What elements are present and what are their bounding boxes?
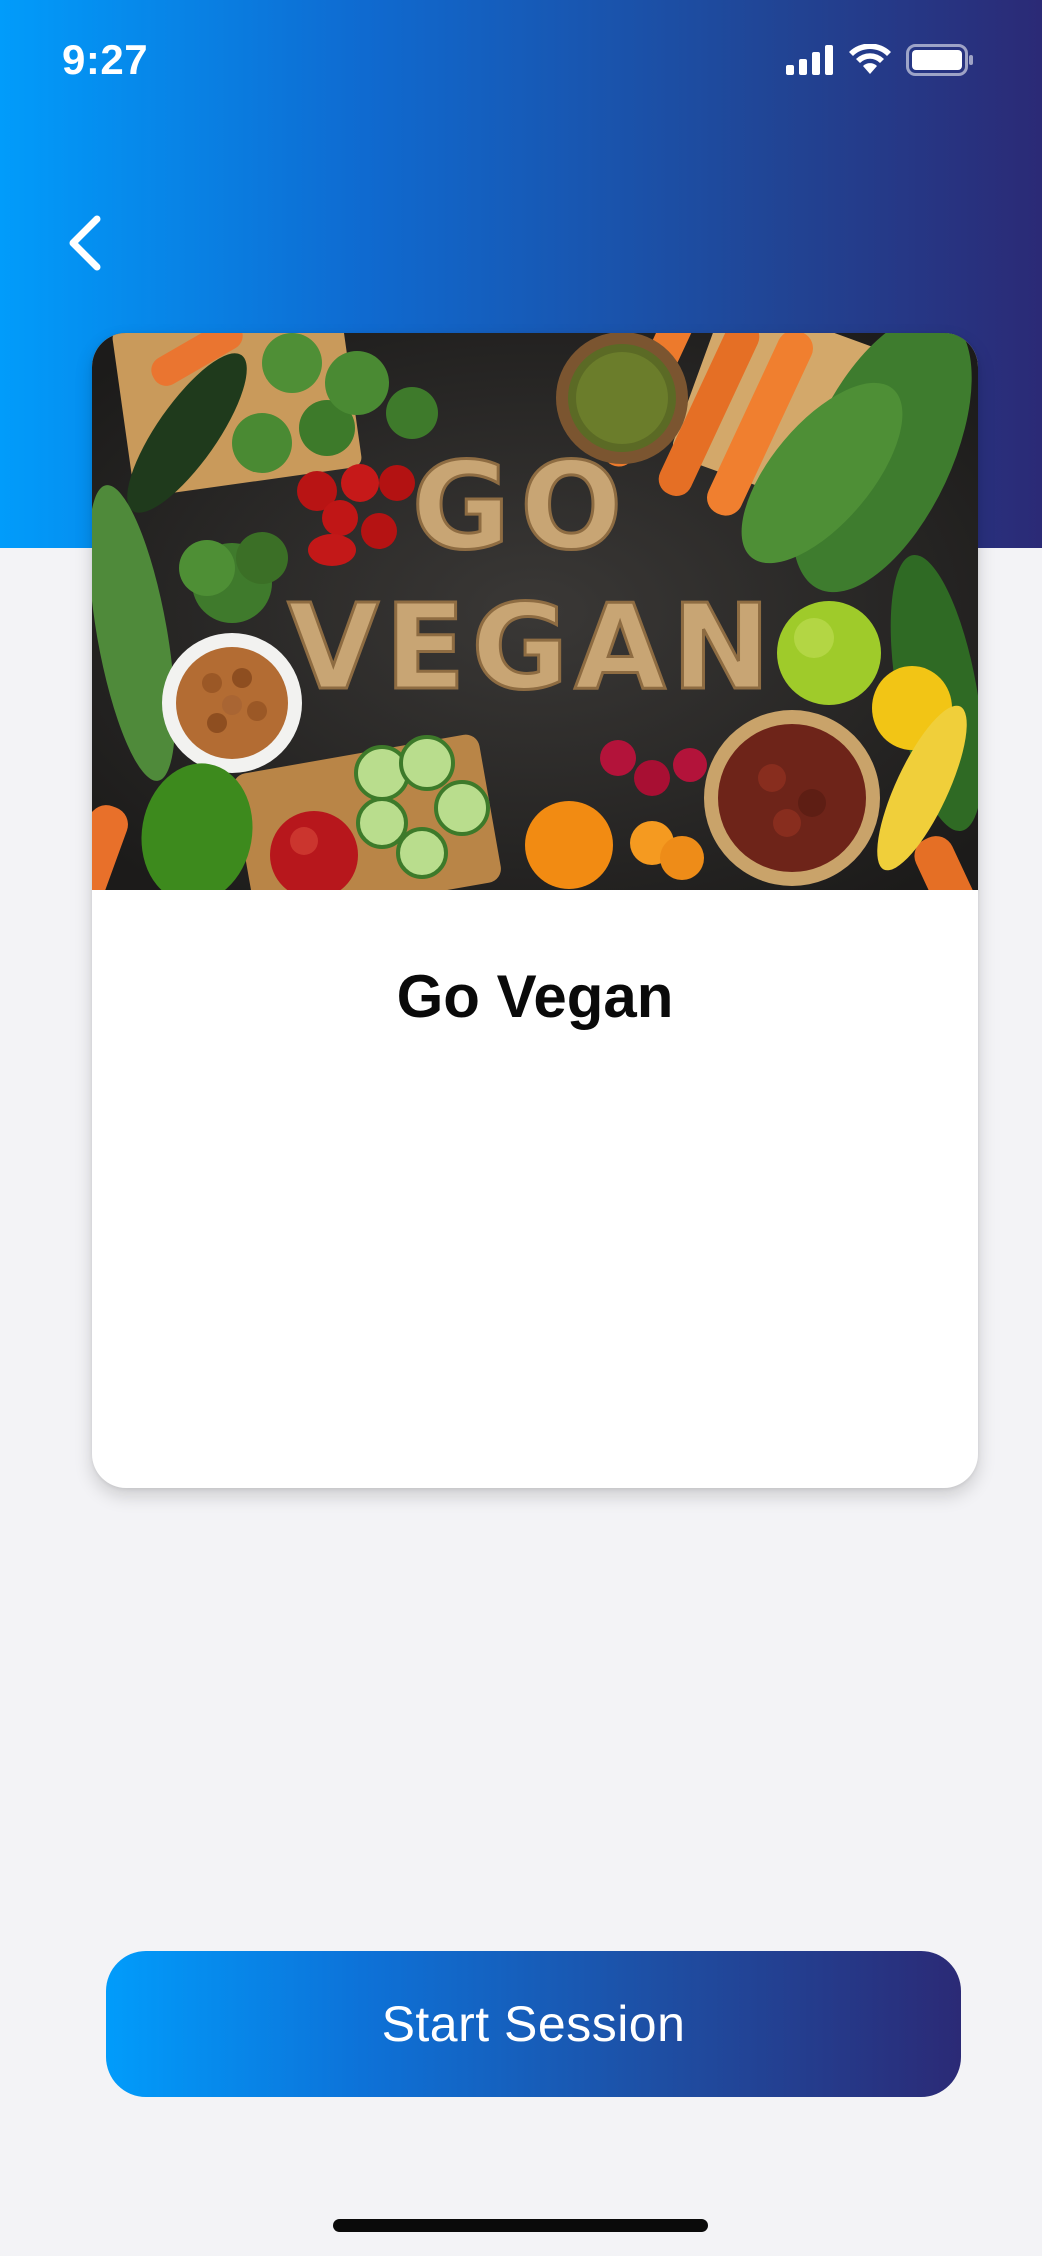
card-title: Go Vegan [396, 963, 674, 1030]
start-session-button[interactable]: Start Session [106, 1951, 961, 2097]
card-image-go-vegan: GO VEGAN [92, 333, 978, 890]
screen: 9:27 GO VEGAN Go Vegan Start Session [0, 0, 1042, 2256]
battery-icon [906, 44, 973, 76]
status-icons [786, 44, 974, 76]
home-indicator [333, 2219, 708, 2232]
status-bar: 9:27 [0, 0, 1042, 130]
chevron-left-icon [69, 215, 101, 271]
image-text-go: GO [412, 438, 633, 577]
image-text-vegan: VEGAN [288, 578, 777, 716]
wifi-icon [849, 44, 891, 74]
topic-card[interactable]: GO VEGAN Go Vegan [92, 333, 978, 1488]
back-button[interactable] [50, 208, 120, 278]
cellular-signal-icon [786, 45, 833, 75]
status-time: 9:27 [62, 36, 149, 83]
start-session-label: Start Session [381, 1996, 686, 2052]
